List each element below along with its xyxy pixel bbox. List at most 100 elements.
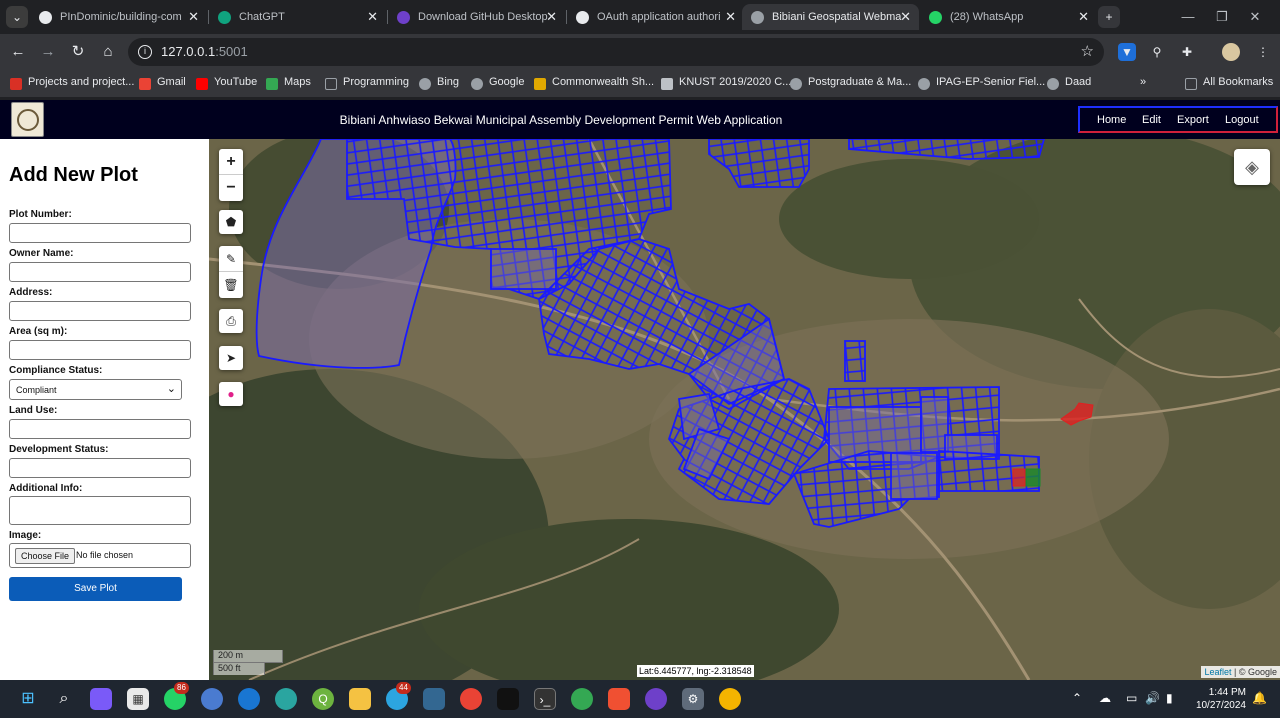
- nav-logout[interactable]: Logout: [1225, 114, 1259, 126]
- area-input[interactable]: [9, 340, 191, 360]
- commonwealth-icon: [534, 78, 546, 90]
- volume-icon[interactable]: 🔊: [1145, 691, 1160, 705]
- edit-layers-icon[interactable]: ✎: [219, 246, 243, 272]
- compliance-select[interactable]: Compliant ⌄: [9, 379, 182, 400]
- chrome-icon[interactable]: [460, 688, 482, 710]
- plot-number-input[interactable]: [9, 223, 191, 243]
- bookmark-youtube[interactable]: YouTube: [196, 76, 257, 92]
- browser-tab[interactable]: (28) WhatsApp ✕: [920, 4, 1097, 30]
- parcel-cluster[interactable]: [844, 340, 866, 382]
- non-compliant-plot[interactable]: [1012, 468, 1026, 487]
- parcel[interactable]: [890, 452, 938, 500]
- additional-info-textarea[interactable]: [9, 496, 191, 525]
- close-tab-icon[interactable]: ✕: [725, 4, 736, 30]
- browser-tab[interactable]: Download GitHub Desktop ✕: [388, 4, 565, 30]
- postgres-icon[interactable]: [423, 688, 445, 710]
- bookmark-bing[interactable]: Bing: [419, 76, 459, 92]
- tab-search-icon[interactable]: ⌄: [6, 6, 28, 28]
- address-input[interactable]: [9, 301, 191, 321]
- settings-gear-icon[interactable]: ⚙: [682, 688, 704, 710]
- brave-icon[interactable]: [719, 688, 741, 710]
- new-tab-button[interactable]: +: [1098, 6, 1120, 28]
- search-app-icon[interactable]: [275, 688, 297, 710]
- close-window-button[interactable]: ✕: [1232, 0, 1278, 34]
- leaflet-link[interactable]: Leaflet: [1204, 667, 1231, 677]
- notification-bell-icon[interactable]: 🔔: [1252, 691, 1267, 705]
- back-arrow-icon[interactable]: ←: [8, 42, 28, 62]
- zoom-out-button[interactable]: −: [219, 175, 243, 201]
- network-globe-icon[interactable]: [201, 688, 223, 710]
- display-icon[interactable]: ▭: [1126, 691, 1137, 705]
- home-icon[interactable]: ⌂: [98, 42, 118, 62]
- address-bar[interactable]: i 127.0.0.1:5001 ☆: [128, 38, 1104, 66]
- store-icon[interactable]: ▦: [127, 688, 149, 710]
- file-explorer-icon[interactable]: [349, 688, 371, 710]
- git-icon[interactable]: [608, 688, 630, 710]
- edge-icon[interactable]: [238, 688, 260, 710]
- bookmark-item[interactable]: Projects and project...: [10, 76, 134, 92]
- browser-tab[interactable]: ChatGPT ✕: [209, 4, 386, 30]
- layers-control[interactable]: ◈: [1234, 149, 1270, 185]
- bookmarks-overflow-icon[interactable]: »: [1140, 76, 1146, 92]
- map-view[interactable]: + − ⬟ ✎ 🗑 ⎙ ➤ ● ◈ 200 m 500 ft Lat:6.445…: [209, 139, 1280, 680]
- bookmark-google[interactable]: Google: [471, 76, 524, 92]
- close-tab-icon[interactable]: ✕: [900, 4, 911, 30]
- bookmark-daad[interactable]: Daad: [1047, 76, 1091, 92]
- bookmark-postgraduate[interactable]: Postgraduate & Ma...: [790, 76, 911, 92]
- bookmark-star-icon[interactable]: ☆: [1081, 42, 1094, 60]
- shield-extension-icon[interactable]: ▼: [1118, 43, 1136, 61]
- land-use-input[interactable]: [9, 419, 191, 439]
- bookmark-gmail[interactable]: Gmail: [139, 76, 186, 92]
- nav-edit[interactable]: Edit: [1142, 114, 1161, 126]
- nav-export[interactable]: Export: [1177, 114, 1209, 126]
- bookmark-ipag[interactable]: IPAG-EP-Senior Fiel...: [918, 76, 1045, 92]
- delete-layers-icon[interactable]: 🗑: [219, 272, 243, 298]
- development-status-input[interactable]: [9, 458, 191, 478]
- parcel[interactable]: [490, 248, 557, 290]
- compliant-plot[interactable]: [1025, 468, 1041, 487]
- parcel[interactable]: [920, 396, 949, 453]
- taskbar-clock[interactable]: 1:44 PM 10/27/2024: [1196, 686, 1246, 712]
- bookmark-maps[interactable]: Maps: [266, 76, 311, 92]
- nav-home[interactable]: Home: [1097, 114, 1126, 126]
- locate-button[interactable]: ➤: [219, 346, 243, 370]
- image-file-input[interactable]: Choose File No file chosen: [9, 543, 191, 568]
- print-button[interactable]: ⎙: [219, 309, 243, 333]
- reload-icon[interactable]: ↻: [68, 42, 88, 62]
- close-tab-icon[interactable]: ✕: [546, 4, 557, 30]
- close-tab-icon[interactable]: ✕: [1078, 4, 1089, 30]
- bookmark-commonwealth[interactable]: Commonwealth Sh...: [534, 76, 654, 92]
- browser-tab[interactable]: PInDominic/building-com ✕: [30, 4, 207, 30]
- bike-extension-icon[interactable]: ⚲: [1148, 43, 1166, 61]
- close-tab-icon[interactable]: ✕: [367, 4, 378, 30]
- owner-name-input[interactable]: [9, 262, 191, 282]
- all-bookmarks[interactable]: All Bookmarks: [1185, 76, 1273, 92]
- choose-file-button[interactable]: Choose File: [15, 548, 76, 564]
- terminal-icon[interactable]: ›_: [534, 688, 556, 710]
- site-info-icon[interactable]: i: [138, 45, 152, 59]
- github-desktop-icon[interactable]: [645, 688, 667, 710]
- close-tab-icon[interactable]: ✕: [188, 4, 199, 30]
- battery-icon[interactable]: ▮: [1166, 691, 1173, 705]
- browser-tab-active[interactable]: Bibiani Geospatial Webma ✕: [742, 4, 919, 30]
- tray-overflow-icon[interactable]: ⌃: [1072, 691, 1082, 705]
- profile-avatar[interactable]: [1222, 43, 1240, 61]
- copilot-icon[interactable]: [90, 688, 112, 710]
- qgis-icon[interactable]: Q: [312, 688, 334, 710]
- extensions-puzzle-icon[interactable]: ✚: [1178, 43, 1196, 61]
- windows-start-icon[interactable]: ⊞: [17, 688, 39, 710]
- forward-arrow-icon[interactable]: →: [38, 42, 58, 62]
- chrome-profile-icon[interactable]: [571, 688, 593, 710]
- app-icon[interactable]: [497, 688, 519, 710]
- cloud-icon[interactable]: ☁: [1099, 691, 1111, 705]
- plot-number-label: Plot Number:: [9, 209, 72, 220]
- measure-button[interactable]: ●: [219, 382, 243, 406]
- search-icon[interactable]: ⌕: [53, 688, 75, 710]
- menu-dots-icon[interactable]: ⋮: [1254, 43, 1272, 61]
- save-plot-button[interactable]: Save Plot: [9, 577, 182, 601]
- browser-tab[interactable]: OAuth application authori ✕: [567, 4, 744, 30]
- draw-polygon-button[interactable]: ⬟: [219, 210, 243, 234]
- zoom-in-button[interactable]: +: [219, 149, 243, 175]
- bookmark-knust[interactable]: KNUST 2019/2020 C...: [661, 76, 791, 92]
- bookmark-folder-programming[interactable]: Programming: [325, 76, 409, 92]
